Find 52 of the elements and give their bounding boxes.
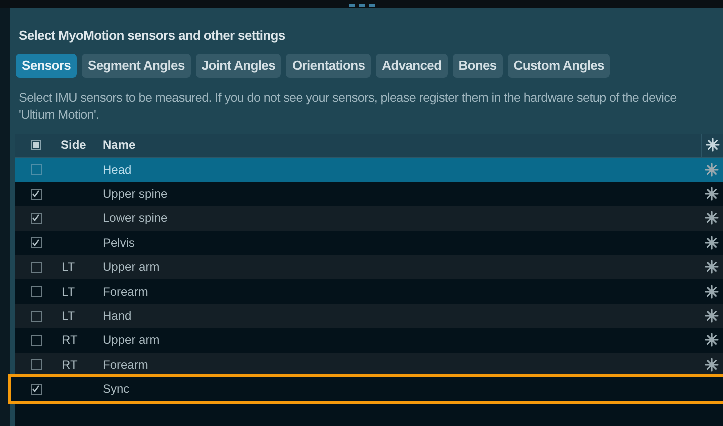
checkbox[interactable]	[30, 164, 42, 176]
tab[interactable]: Advanced	[376, 54, 448, 78]
select-all-checkbox[interactable]	[31, 140, 41, 150]
name-cell: Head	[103, 162, 132, 177]
name-cell: Forearm	[103, 358, 148, 372]
checkbox[interactable]	[30, 310, 42, 322]
name-cell: Upper arm	[103, 333, 160, 348]
checkbox[interactable]	[30, 334, 42, 346]
settings-icon[interactable]	[705, 236, 719, 250]
side-cell: RT	[62, 358, 78, 372]
name-cell: Sync	[103, 382, 130, 396]
sensor-row[interactable]: Lower spine	[15, 206, 723, 231]
side-cell: LT	[62, 284, 76, 299]
tab[interactable]: Custom Angles	[508, 54, 610, 78]
drag-handle-icon[interactable]	[348, 4, 374, 7]
checkbox[interactable]	[30, 384, 42, 395]
name-cell: Pelvis	[103, 236, 136, 250]
settings-icon[interactable]	[705, 309, 719, 324]
checkbox[interactable]	[30, 262, 42, 273]
settings-icon[interactable]	[705, 284, 719, 299]
side-cell: LT	[62, 260, 76, 274]
name-cell: Lower spine	[103, 211, 168, 226]
settings-icon[interactable]	[705, 187, 719, 202]
settings-icon[interactable]	[705, 333, 719, 348]
column-header[interactable]: Name	[101, 136, 701, 154]
settings-icon[interactable]	[705, 211, 719, 226]
tab[interactable]: Sensors	[16, 54, 78, 78]
sensor-row[interactable]: LT Upper arm	[15, 255, 723, 280]
checkbox[interactable]	[30, 188, 42, 200]
name-cell: Upper arm	[103, 260, 160, 274]
name-cell: Forearm	[103, 284, 148, 299]
panel-title: Select MyoMotion sensors and other settings	[18, 27, 286, 45]
checkbox[interactable]	[30, 212, 42, 224]
settings-icon[interactable]	[705, 260, 719, 274]
tab[interactable]: Segment Angles	[82, 54, 191, 78]
tab[interactable]: Bones	[452, 54, 503, 78]
name-cell: Hand	[103, 309, 132, 324]
checkbox[interactable]	[30, 359, 42, 370]
checkbox[interactable]	[30, 237, 42, 248]
settings-icon[interactable]	[705, 358, 719, 372]
tab[interactable]: Joint Angles	[196, 54, 282, 78]
tab[interactable]: Orientations	[286, 54, 372, 78]
sensor-row[interactable]: LT Hand	[15, 304, 723, 328]
name-cell: Upper spine	[103, 187, 168, 202]
side-cell: RT	[62, 333, 78, 348]
sensor-row[interactable]: Sync	[11, 377, 723, 402]
description-text: Select IMU sensors to be measured. If you do not see your sensors, please register them in the hardware setup of the device 'Ultium Motion'.	[18, 90, 678, 124]
side-cell: LT	[62, 309, 76, 324]
settings-icon[interactable]	[706, 138, 720, 152]
checkbox[interactable]	[30, 286, 42, 298]
sensor-row[interactable]: Head	[15, 158, 723, 182]
column-header[interactable]: Side	[57, 136, 101, 154]
